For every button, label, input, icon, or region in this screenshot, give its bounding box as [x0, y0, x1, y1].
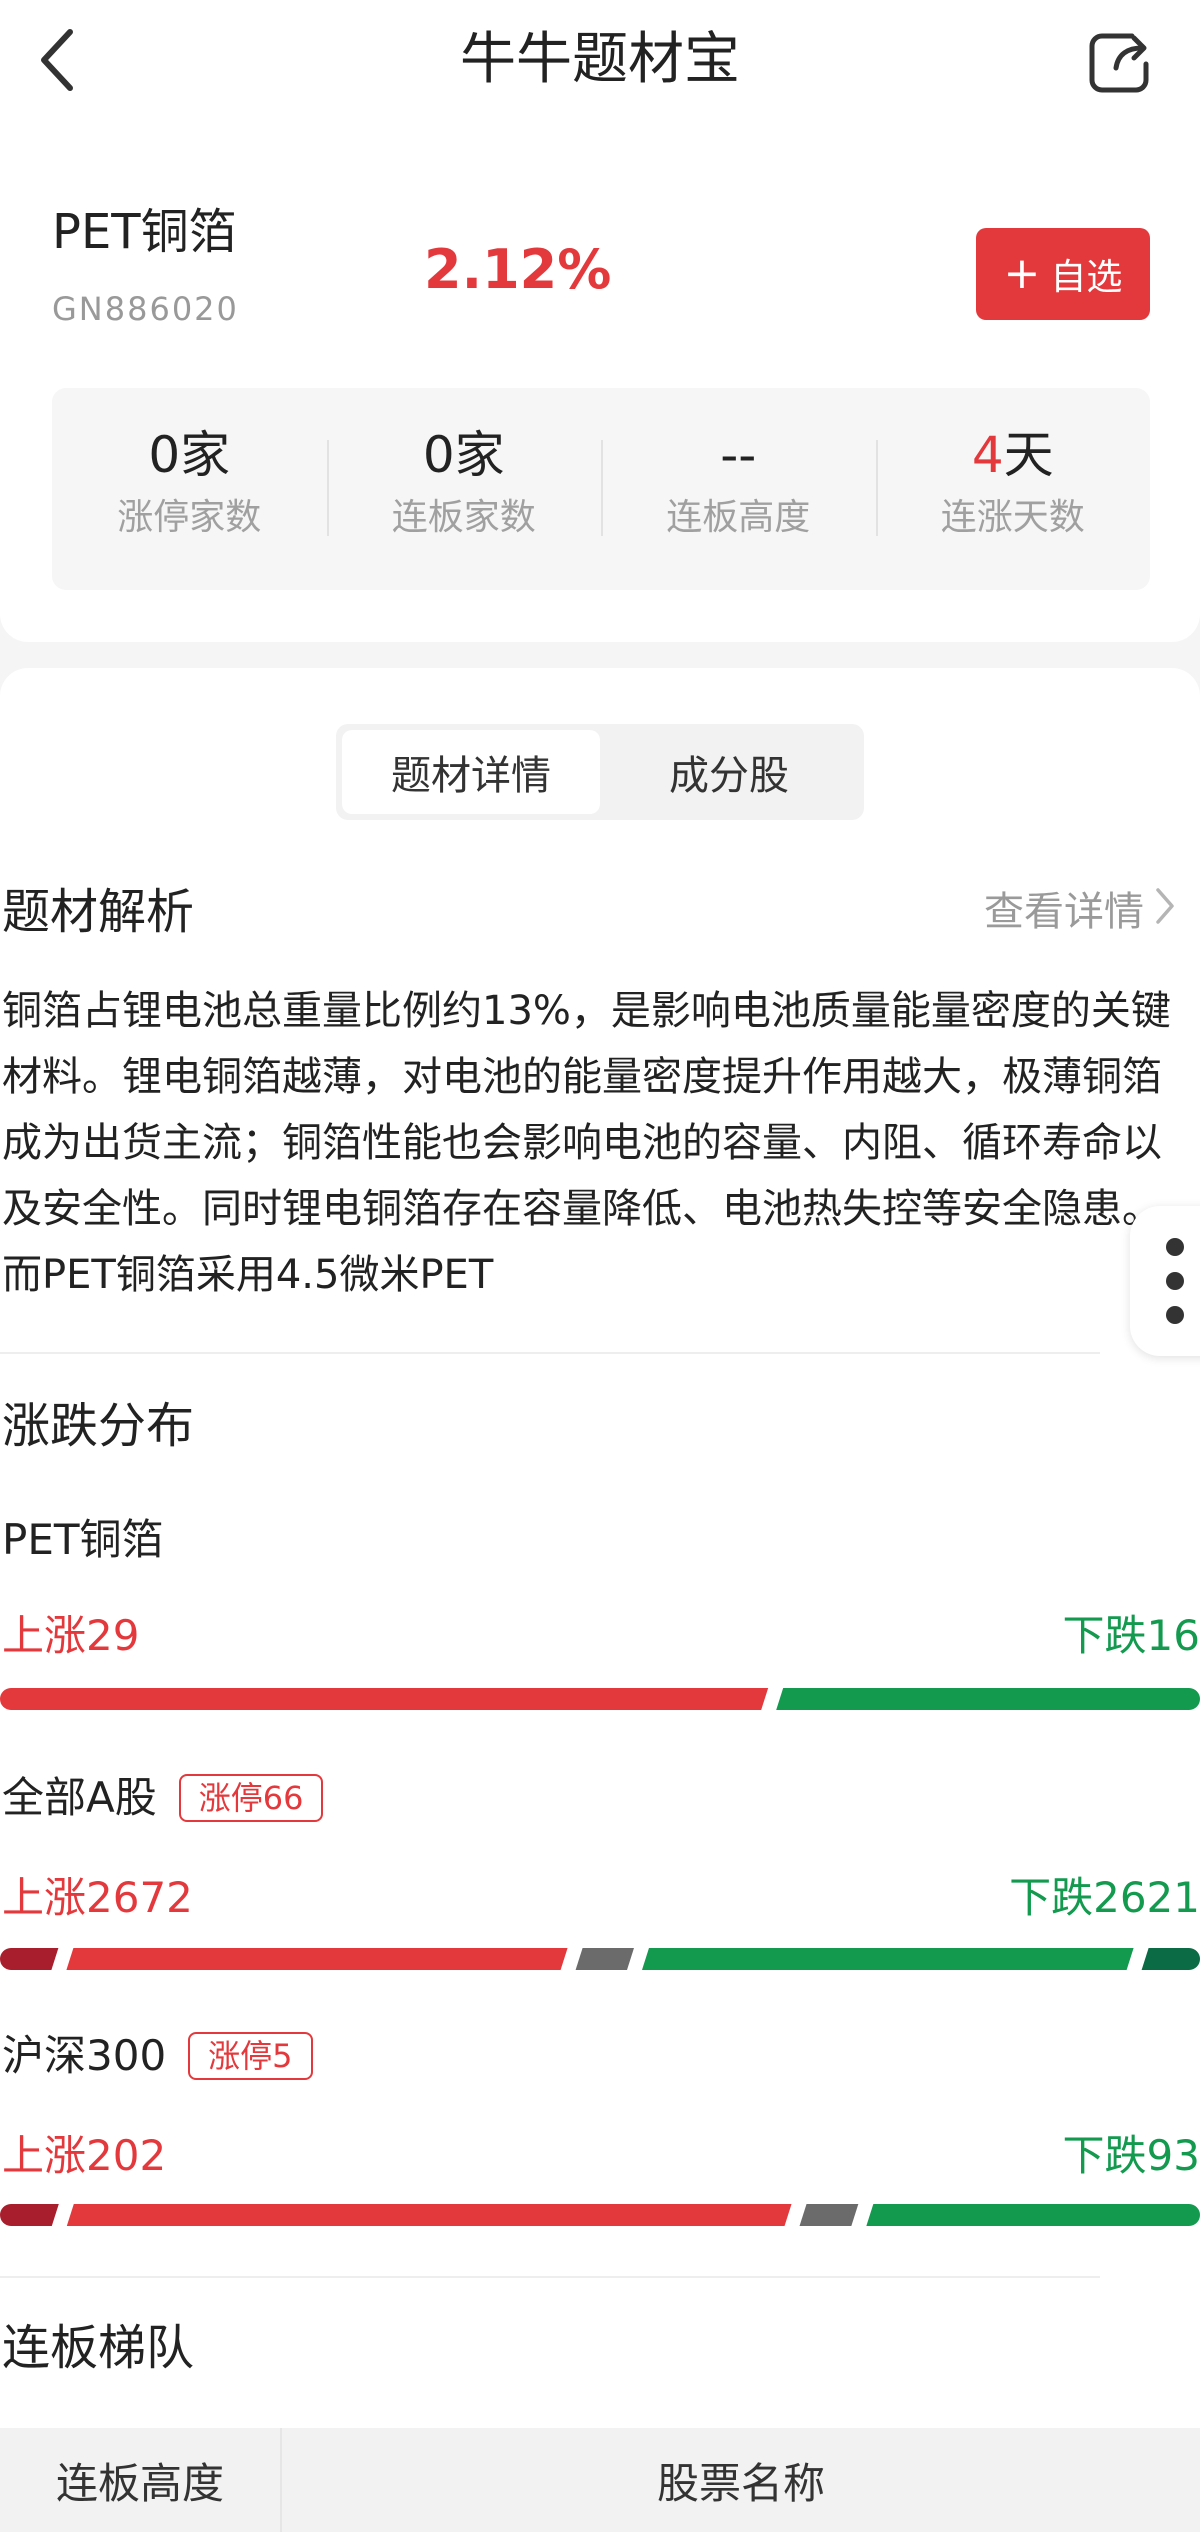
distribution-section-title: 涨跌分布 — [2, 1398, 195, 1454]
tab-constituents[interactable]: 成分股 — [600, 730, 858, 814]
down-count: 下跌16 — [1062, 1611, 1200, 1660]
distribution-group-name: PET铜箔 — [2, 1512, 164, 1568]
distribution-bar — [0, 1948, 1200, 1970]
stat-value: -- — [720, 426, 757, 484]
stat-label: 连板家数 — [391, 497, 536, 538]
tab-concept-detail[interactable]: 题材详情 — [342, 730, 600, 814]
column-header-stock-name: 股票名称 — [656, 2458, 825, 2508]
down-segment — [866, 2204, 1200, 2226]
chevron-right-icon — [1154, 882, 1176, 942]
stat-consecutive-height: -- 连板高度 — [601, 388, 876, 590]
ladder-table-header: 连板高度 股票名称 — [0, 2428, 1200, 2532]
group-name: 沪深300 — [2, 2031, 167, 2080]
concept-code: GN886020 — [52, 290, 239, 328]
distribution-group-name: 全部A股 涨停66 — [2, 1770, 324, 1826]
dot — [1166, 1306, 1184, 1324]
column-header-height: 连板高度 — [0, 2428, 282, 2532]
dot — [1166, 1238, 1184, 1256]
limit-up-segment — [0, 2204, 59, 2226]
concept-name: PET铜箔 — [52, 204, 237, 260]
stat-unit: 家 — [180, 426, 231, 484]
concept-detail-card — [0, 668, 1200, 2544]
stat-value: 4 — [971, 426, 1004, 484]
stats-box: 0家 涨停家数 0家 连板家数 -- 连板高度 4天 连涨天数 — [52, 388, 1150, 590]
stat-label: 连板高度 — [666, 497, 811, 538]
up-count: 上涨29 — [2, 1611, 140, 1660]
stat-label: 连涨天数 — [940, 497, 1085, 538]
down-segment — [641, 1948, 1134, 1970]
down-count: 下跌93 — [1062, 2131, 1200, 2180]
stat-value: 0 — [148, 426, 181, 484]
ladder-section-title: 连板梯队 — [2, 2320, 195, 2376]
stat-limit-up-count: 0家 涨停家数 — [52, 388, 327, 590]
down-segment — [776, 1688, 1200, 1710]
stat-consecutive-count: 0家 连板家数 — [326, 388, 602, 590]
stat-label: 涨停家数 — [117, 497, 262, 538]
limit-up-segment — [0, 1948, 59, 1970]
limit-down-segment — [1141, 1948, 1200, 1970]
limit-up-badge: 涨停5 — [188, 2032, 313, 2080]
stat-unit: 天 — [1003, 426, 1054, 484]
down-count: 下跌2621 — [1009, 1873, 1200, 1922]
distribution-group-name: 沪深300 涨停5 — [2, 2028, 313, 2084]
up-count: 上涨202 — [2, 2131, 167, 2180]
limit-up-badge: 涨停66 — [178, 1774, 324, 1822]
distribution-bar — [0, 2204, 1200, 2226]
distribution-bar — [0, 1688, 1200, 1710]
analysis-text: 铜箔占锂电池总重量比例约13%，是影响电池质量能量密度的关键材料。锂电铜箔越薄，… — [2, 988, 1171, 1298]
divider — [0, 1352, 1100, 1354]
stat-rising-days: 4天 连涨天数 — [875, 388, 1151, 590]
up-segment — [66, 1948, 568, 1970]
add-watchlist-label: 自选 — [1050, 257, 1123, 298]
stat-value: 0 — [422, 426, 455, 484]
flat-segment — [575, 1948, 634, 1970]
stat-unit: 家 — [454, 426, 505, 484]
concept-change-percent: 2.12% — [424, 238, 612, 301]
plus-icon: + — [1003, 248, 1041, 299]
back-icon[interactable] — [30, 22, 90, 98]
analysis-section-title: 题材解析 — [2, 884, 195, 940]
segmented-tabs: 题材详情 成分股 — [336, 724, 864, 820]
up-segment — [66, 2204, 792, 2226]
page-title: 牛牛题材宝 — [460, 27, 740, 92]
group-name: PET铜箔 — [2, 1515, 164, 1564]
dot — [1166, 1272, 1184, 1290]
divider — [0, 2276, 1100, 2278]
more-options-button[interactable] — [1130, 1206, 1200, 1356]
view-detail-label: 查看详情 — [984, 889, 1144, 935]
share-icon[interactable] — [1080, 22, 1160, 102]
view-detail-link[interactable]: 查看详情 — [984, 882, 1176, 942]
up-count: 上涨2672 — [2, 1873, 193, 1922]
up-segment — [0, 1688, 769, 1710]
flat-segment — [799, 2204, 859, 2226]
add-watchlist-button[interactable]: + 自选 — [976, 228, 1150, 320]
group-name: 全部A股 — [2, 1773, 157, 1822]
